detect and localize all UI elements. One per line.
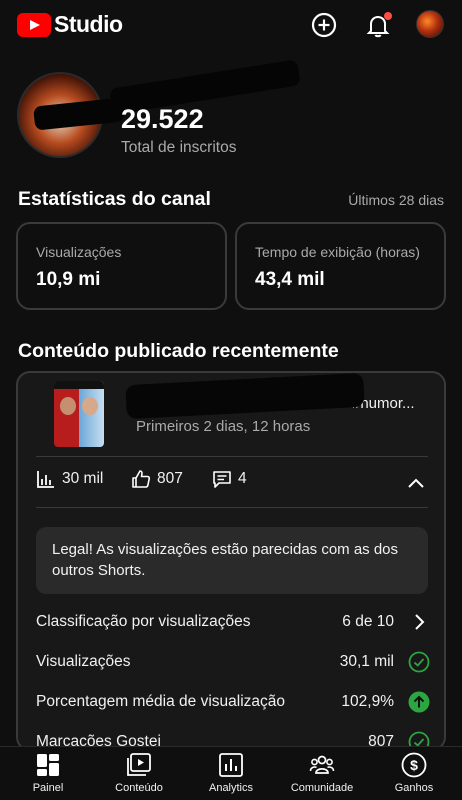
stats-period[interactable]: Últimos 28 dias [348, 192, 444, 208]
views-value: 30 mil [62, 470, 104, 487]
stats-title: Estatísticas do canal [18, 188, 211, 210]
avatar[interactable] [416, 10, 444, 38]
chevron-right-icon [415, 614, 425, 630]
nav-analytics[interactable]: Analytics [185, 752, 277, 800]
row-label: Visualizações [36, 653, 131, 670]
dashboard-icon [37, 754, 59, 776]
brand-label: Studio [54, 11, 123, 37]
redaction-mark [125, 373, 365, 420]
top-bar: Studio [0, 0, 462, 50]
community-icon [309, 755, 335, 774]
studio-logo[interactable]: Studio [17, 11, 123, 38]
notification-badge [384, 12, 392, 20]
row-label: Classificação por visualizações [36, 613, 251, 630]
nav-label: Analytics [208, 782, 254, 794]
row-value: 6 de 10 [342, 613, 394, 630]
views-row: Visualizações 30,1 mil [36, 647, 430, 677]
insight-text: Legal! As visualizações estão parecidas … [52, 541, 399, 579]
recent-content-title: Conteúdo publicado recentemente [18, 340, 339, 362]
chevron-up-icon[interactable] [404, 471, 428, 495]
youtube-logo-icon [17, 12, 51, 37]
recent-video-card: #humor... Primeiros 2 dias, 12 horas 30 … [16, 371, 446, 751]
comments-value: 4 [238, 470, 247, 487]
nav-label: Conteúdo [115, 782, 163, 794]
subscriber-count: 29.522 [121, 104, 204, 134]
video-metrics: 30 mil 807 4 [36, 469, 428, 497]
analytics-icon [219, 753, 243, 777]
nav-dashboard[interactable]: Painel [2, 752, 94, 800]
notifications-button[interactable] [364, 11, 392, 39]
stat-label: Tempo de exibição (horas) [255, 244, 420, 260]
divider [36, 456, 428, 457]
bottom-navigation: Painel Conteúdo Analytics Comunidade $ G… [0, 746, 462, 800]
comments-metric: 4 [212, 469, 247, 489]
likes-value: 807 [157, 470, 183, 487]
stat-value: 43,4 mil [255, 269, 325, 290]
thumbs-up-icon [132, 470, 151, 488]
check-circle-icon [408, 651, 430, 673]
nav-community[interactable]: Comunidade [276, 752, 368, 800]
bar-chart-icon [37, 471, 54, 488]
insight-message: Legal! As visualizações estão parecidas … [36, 527, 428, 594]
nav-label: Comunidade [290, 782, 354, 794]
thumbnail-face [60, 397, 76, 415]
video-subtitle: Primeiros 2 dias, 12 horas [136, 418, 311, 435]
row-value: 30,1 mil [339, 653, 394, 670]
content-icon [127, 753, 151, 776]
channel-header: 29.522 Total de inscritos [0, 59, 462, 170]
thumbnail-header [54, 381, 104, 389]
comment-icon [213, 471, 231, 488]
nav-label: Painel [32, 782, 64, 794]
views-stat-card[interactable]: Visualizações 10,9 mi [16, 222, 227, 310]
arrow-up-circle-icon [408, 691, 430, 713]
row-value: 102,9% [341, 693, 394, 710]
nav-content[interactable]: Conteúdo [93, 752, 185, 800]
avg-percentage-row: Porcentagem média de visualização 102,9% [36, 687, 430, 717]
earnings-icon: $ [401, 752, 427, 778]
views-metric: 30 mil [36, 469, 103, 489]
subscriber-label: Total de inscritos [121, 139, 237, 156]
ranking-row[interactable]: Classificação por visualizações 6 de 10 [36, 607, 430, 637]
nav-earnings[interactable]: $ Ganhos [368, 752, 460, 800]
stat-value: 10,9 mi [36, 269, 101, 290]
row-label: Porcentagem média de visualização [36, 693, 285, 710]
divider [36, 507, 428, 508]
likes-metric: 807 [131, 469, 183, 489]
nav-label: Ganhos [394, 782, 434, 794]
video-thumbnail[interactable] [54, 381, 104, 447]
thumbnail-face [82, 397, 98, 415]
stat-label: Visualizações [36, 244, 122, 260]
svg-text:$: $ [410, 757, 418, 773]
create-icon[interactable] [310, 11, 338, 39]
watch-time-stat-card[interactable]: Tempo de exibição (horas) 43,4 mil [235, 222, 446, 310]
